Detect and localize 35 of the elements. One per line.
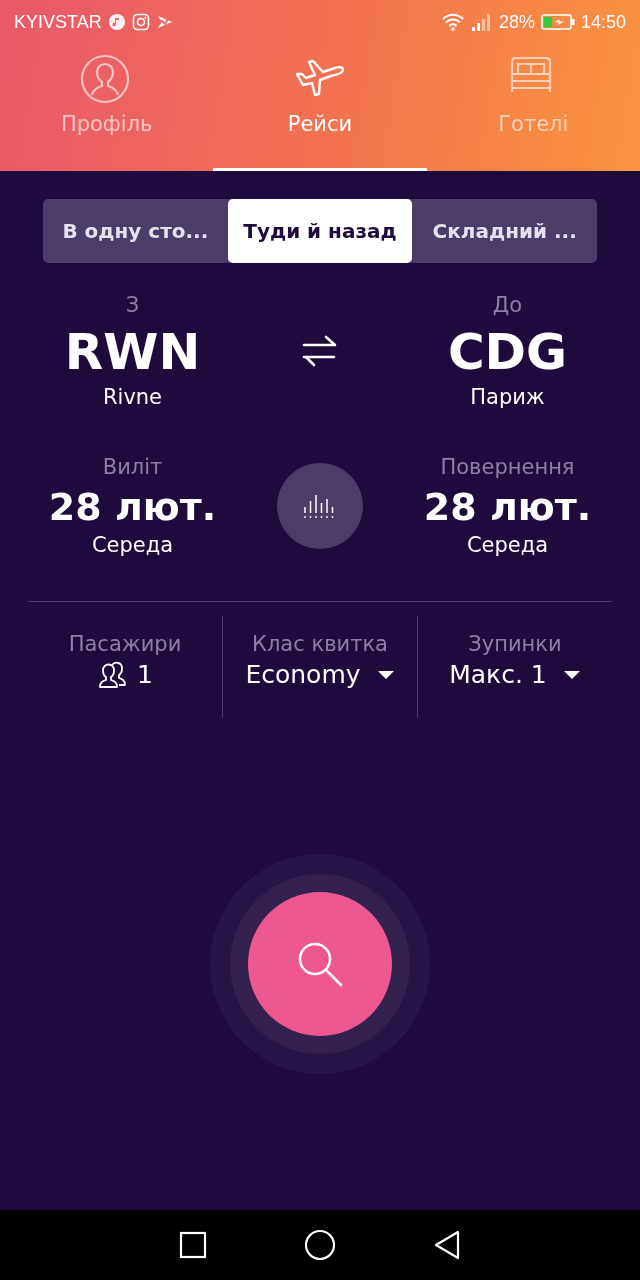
weekday: Середа (466, 533, 549, 557)
music-icon (107, 13, 126, 31)
caret-icon (376, 669, 395, 680)
signal-icon (470, 12, 493, 32)
caret-icon (562, 669, 581, 680)
option-label: Клас квитка (252, 632, 388, 656)
passenger-count: 1 (137, 660, 153, 689)
battery-icon (540, 13, 575, 31)
return-date: 28 лют. (423, 485, 592, 529)
airport-code: RWN (64, 323, 201, 381)
dropdown[interactable]: Макс. 1 (449, 660, 581, 689)
airport-code: CDG (447, 323, 568, 381)
trip-type-tab[interactable]: Складний ... (412, 199, 597, 263)
return-label: Повернення (440, 455, 575, 479)
departure-date: 28 лют. (48, 485, 217, 529)
overview-button[interactable] (178, 1231, 207, 1259)
option-label: Пасажири (68, 632, 182, 656)
city-name: Париж (470, 385, 545, 409)
carrier-name: KYIVSTAR (14, 11, 102, 33)
back-button[interactable] (433, 1230, 462, 1260)
trip-type-tab[interactable]: Туди й назад (227, 199, 413, 263)
trip-type-tab[interactable]: В одну сто... (43, 199, 228, 263)
camera-icon (131, 13, 150, 31)
app-icon (155, 13, 174, 31)
dropdown[interactable]: Economy (245, 660, 395, 689)
to-label: До (492, 293, 523, 317)
weekday: Середа (91, 533, 174, 557)
from-label: З (125, 293, 140, 317)
option-label: Зупинки (468, 632, 562, 656)
battery-percent: 28% (498, 11, 535, 33)
clock-time: 14:50 (580, 11, 626, 33)
city-name: Rivne (102, 385, 163, 409)
wifi-icon (440, 12, 465, 32)
home-button[interactable] (304, 1229, 336, 1261)
departure-label: Виліт (102, 455, 163, 479)
